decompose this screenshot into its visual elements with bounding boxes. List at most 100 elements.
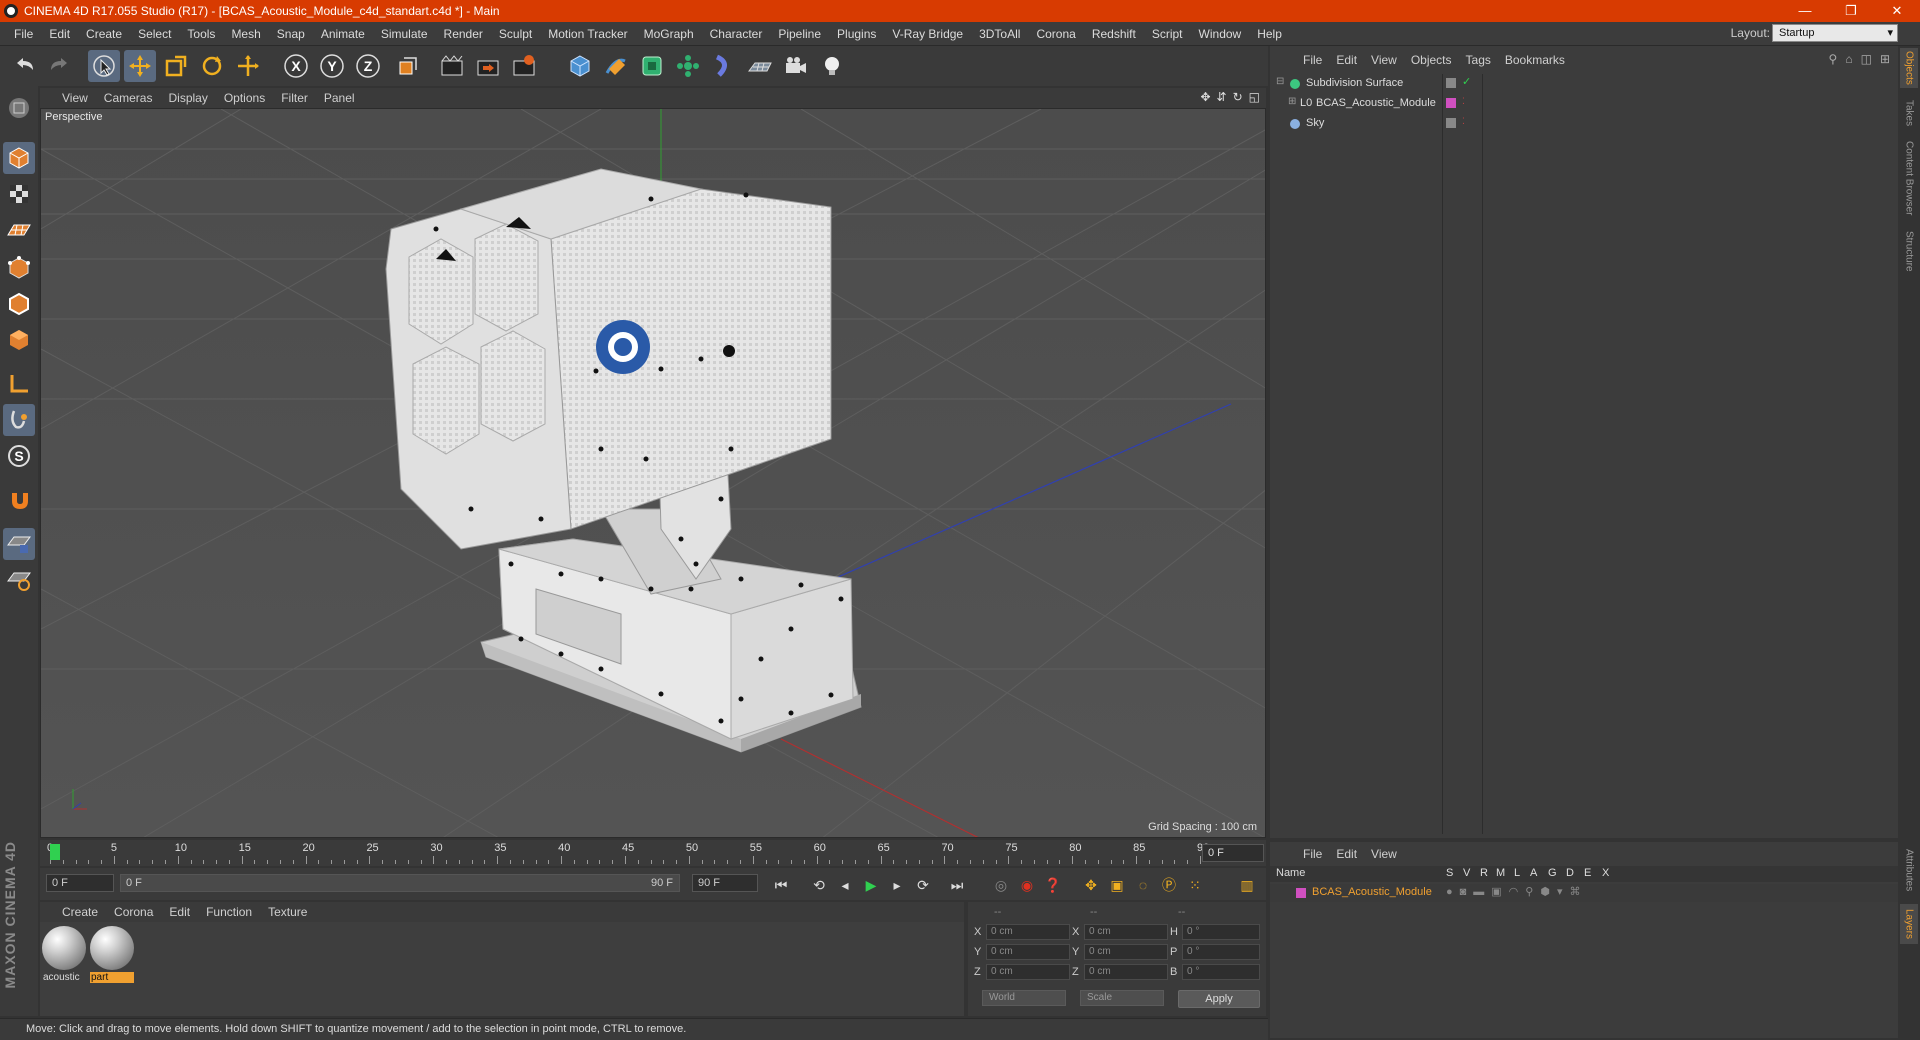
expand-icon[interactable]: ⊞: [1880, 52, 1890, 66]
material-menu-corona[interactable]: Corona: [106, 905, 161, 919]
frame-range-slider[interactable]: 0 F 90 F: [120, 874, 680, 892]
lock-workplane-icon[interactable]: [3, 528, 35, 560]
axis-move-icon[interactable]: [232, 50, 264, 82]
record-disabled-icon[interactable]: ◎: [990, 874, 1012, 896]
lm-menu-view[interactable]: View: [1364, 847, 1404, 861]
om-menu-edit[interactable]: Edit: [1329, 53, 1364, 67]
go-to-end-icon[interactable]: ⏭: [946, 874, 968, 896]
axis-mode-icon[interactable]: [3, 368, 35, 400]
tab-structure[interactable]: Structure: [1900, 226, 1918, 276]
editor-visibility-icon[interactable]: [1446, 78, 1456, 88]
rotate-icon[interactable]: [196, 50, 228, 82]
enabled-check-icon[interactable]: ✓: [1462, 75, 1471, 88]
timeline-ruler[interactable]: 051015202530354045505560657075808590 0 F: [40, 840, 1266, 866]
expand-icon[interactable]: ⊞: [1288, 96, 1296, 107]
layer-color-swatch[interactable]: [1446, 98, 1456, 108]
viewport-menu-view[interactable]: View: [54, 91, 96, 105]
layer-color-swatch[interactable]: [1296, 888, 1306, 898]
magnet-icon[interactable]: [3, 484, 35, 516]
tweak-mode-icon[interactable]: [3, 404, 35, 436]
subdivision-icon[interactable]: [636, 50, 668, 82]
size-x-field[interactable]: 0 cm: [1084, 924, 1168, 940]
playhead-marker[interactable]: [50, 844, 60, 860]
menu-animate[interactable]: Animate: [313, 27, 373, 41]
y-axis-lock-button[interactable]: Y: [316, 50, 348, 82]
menu-simulate[interactable]: Simulate: [373, 27, 436, 41]
lm-menu-edit[interactable]: Edit: [1329, 847, 1364, 861]
next-frame-icon[interactable]: ▸: [886, 874, 908, 896]
om-menu-bookmarks[interactable]: Bookmarks: [1498, 53, 1572, 67]
pen-icon[interactable]: [600, 50, 632, 82]
end-frame-field[interactable]: 90 F: [692, 874, 758, 892]
menu-mograph[interactable]: MoGraph: [636, 27, 702, 41]
cube-icon[interactable]: [564, 50, 596, 82]
menu-create[interactable]: Create: [78, 27, 130, 41]
menu-snap[interactable]: Snap: [269, 27, 313, 41]
material-menu-function[interactable]: Function: [198, 905, 260, 919]
menu-3dtoall[interactable]: 3DToAll: [971, 27, 1028, 41]
menu-render[interactable]: Render: [436, 27, 491, 41]
x-axis-lock-button[interactable]: X: [280, 50, 312, 82]
menu-corona[interactable]: Corona: [1028, 27, 1083, 41]
record-active-objects-icon[interactable]: ◉: [1016, 874, 1038, 896]
tab-attributes[interactable]: Attributes: [1900, 842, 1918, 898]
lm-menu-file[interactable]: File: [1296, 847, 1329, 861]
z-axis-lock-button[interactable]: Z: [352, 50, 384, 82]
position-y-field[interactable]: 0 cm: [986, 944, 1070, 960]
edit-render-settings-icon[interactable]: [508, 50, 540, 82]
visibility-dots-icon[interactable]: ⁚: [1462, 96, 1465, 107]
autokeying-icon[interactable]: ❓: [1042, 874, 1064, 896]
current-frame-field[interactable]: 0 F: [1202, 844, 1264, 862]
material-part[interactable]: part: [90, 926, 134, 983]
om-menu-view[interactable]: View: [1364, 53, 1404, 67]
menu-file[interactable]: File: [6, 27, 41, 41]
previous-key-icon[interactable]: ⟲: [808, 874, 830, 896]
menu-mesh[interactable]: Mesh: [223, 27, 268, 41]
next-key-icon[interactable]: ⟳: [912, 874, 934, 896]
menu-script[interactable]: Script: [1144, 27, 1191, 41]
polygons-mode-icon[interactable]: [3, 324, 35, 356]
make-editable-icon[interactable]: [3, 92, 35, 124]
move-icon[interactable]: [124, 50, 156, 82]
play-icon[interactable]: ▶: [860, 874, 882, 896]
material-acoustic[interactable]: acoustic: [42, 926, 86, 983]
home-icon[interactable]: ⌂: [1845, 52, 1852, 66]
position-x-field[interactable]: 0 cm: [986, 924, 1070, 940]
rotation-h-field[interactable]: 0 °: [1182, 924, 1260, 940]
layout-dropdown[interactable]: Startup ▾: [1772, 24, 1898, 42]
close-button[interactable]: ✕: [1874, 0, 1920, 22]
undo-icon[interactable]: [8, 50, 40, 82]
material-menu-texture[interactable]: Texture: [260, 905, 315, 919]
redo-icon[interactable]: [44, 50, 76, 82]
viewport-menu-options[interactable]: Options: [216, 91, 273, 105]
model-mode-icon[interactable]: [3, 142, 35, 174]
tab-takes[interactable]: Takes: [1900, 96, 1918, 130]
timeline-ticks[interactable]: 051015202530354045505560657075808590: [47, 842, 1209, 864]
array-icon[interactable]: [672, 50, 704, 82]
viewport-maximize-icon[interactable]: ◱: [1249, 90, 1260, 104]
size-mode-dropdown[interactable]: Scale: [1080, 990, 1164, 1006]
deformer-icon[interactable]: [708, 50, 740, 82]
material-menu-create[interactable]: Create: [54, 905, 106, 919]
menu-redshift[interactable]: Redshift: [1084, 27, 1144, 41]
key-scale-icon[interactable]: ▣: [1106, 874, 1128, 896]
material-menu-edit[interactable]: Edit: [161, 905, 198, 919]
size-z-field[interactable]: 0 cm: [1084, 964, 1168, 980]
visibility-dots-icon[interactable]: ⁚: [1462, 116, 1465, 127]
menu-select[interactable]: Select: [130, 27, 179, 41]
rotation-p-field[interactable]: 0 °: [1182, 944, 1260, 960]
om-menu-file[interactable]: File: [1296, 53, 1329, 67]
layer-flag-icons[interactable]: ●◙▬▣◠⚲⬢▾⌘: [1446, 885, 1587, 898]
edges-mode-icon[interactable]: [3, 288, 35, 320]
minimize-button[interactable]: —: [1782, 0, 1828, 22]
live-select-icon[interactable]: [88, 50, 120, 82]
viewport-rotate-icon[interactable]: ↻: [1233, 90, 1243, 104]
coordinate-system-icon[interactable]: [392, 50, 424, 82]
tab-objects[interactable]: Objects: [1900, 48, 1918, 88]
editor-visibility-icon[interactable]: [1446, 118, 1456, 128]
menu-sculpt[interactable]: Sculpt: [491, 27, 540, 41]
planar-workplane-icon[interactable]: [3, 564, 35, 596]
key-point-level-icon[interactable]: ⁙: [1184, 874, 1206, 896]
tab-layers[interactable]: Layers: [1900, 904, 1918, 944]
menu-plugins[interactable]: Plugins: [829, 27, 884, 41]
